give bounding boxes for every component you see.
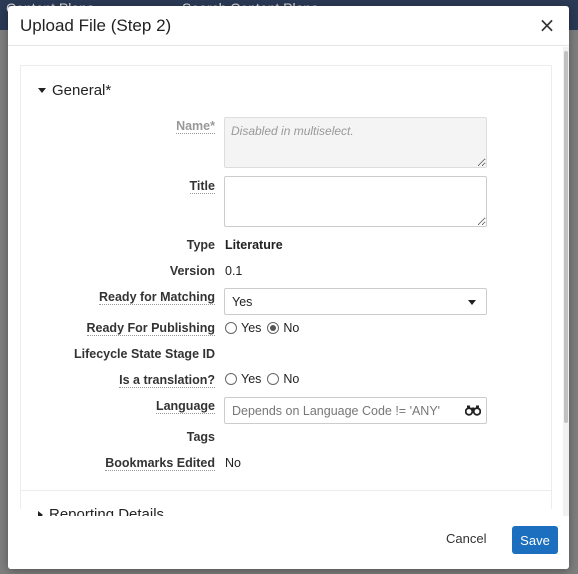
title-label: Title [189, 179, 215, 194]
publishing-no-option[interactable]: No [267, 321, 299, 335]
language-label: Language [155, 399, 215, 414]
dialog-body[interactable]: General* Name* Title Type Literature Ver… [8, 47, 569, 516]
dialog-title: Upload File (Step 2) [20, 16, 172, 35]
name-field [224, 117, 487, 168]
cancel-button[interactable]: Cancel [446, 531, 486, 546]
type-label: Type [186, 238, 215, 252]
name-label: Name* [176, 119, 215, 134]
bookmarks-edited-value: No [225, 456, 241, 470]
is-translation-radios: Yes No [225, 372, 305, 386]
scrollbar-thumb[interactable] [564, 51, 568, 423]
version-value: 0.1 [225, 264, 243, 278]
caret-down-icon [38, 88, 46, 93]
translation-yes-radio[interactable] [225, 373, 237, 385]
is-translation-label: Is a translation? [119, 373, 215, 388]
language-input[interactable] [232, 404, 457, 418]
translation-no-label: No [283, 372, 300, 386]
publishing-no-radio[interactable] [267, 322, 280, 334]
dialog-footer: Cancel Save [8, 516, 569, 569]
section-divider [20, 490, 552, 491]
publishing-yes-label: Yes [241, 321, 262, 335]
title-field[interactable] [224, 176, 487, 227]
publishing-no-label: No [283, 321, 300, 335]
ready-for-matching-value: Yes [232, 295, 253, 309]
binoculars-icon[interactable] [465, 404, 481, 416]
dialog-header: Upload File (Step 2) × [8, 6, 569, 46]
translation-yes-option[interactable]: Yes [225, 372, 261, 386]
type-value: Literature [225, 238, 283, 252]
lifecycle-state-stage-id-label: Lifecycle State Stage ID [73, 347, 215, 361]
translation-no-radio[interactable] [267, 373, 280, 385]
publishing-yes-radio[interactable] [225, 322, 237, 334]
bookmarks-edited-label: Bookmarks Edited [105, 456, 215, 471]
section-general-header[interactable]: General* [38, 82, 111, 99]
language-lookup[interactable] [224, 397, 487, 424]
section-general-label: General* [52, 82, 112, 99]
ready-for-publishing-label: Ready For Publishing [86, 321, 215, 336]
scrollbar-track[interactable] [563, 47, 569, 516]
ready-for-matching-select[interactable]: Yes [224, 288, 487, 315]
close-icon[interactable]: × [537, 14, 557, 36]
ready-for-publishing-radios: Yes No [225, 321, 305, 335]
chevron-down-icon [468, 300, 476, 305]
save-button[interactable]: Save [512, 526, 558, 554]
translation-yes-label: Yes [241, 372, 262, 386]
section-reporting-label: Reporting Details [49, 506, 165, 516]
section-reporting-header[interactable]: Reporting Details [38, 506, 164, 516]
tags-label: Tags [186, 430, 215, 444]
upload-file-dialog: Upload File (Step 2) × General* Name* Ti… [8, 6, 569, 569]
publishing-yes-option[interactable]: Yes [225, 321, 261, 335]
ready-for-matching-label: Ready for Matching [99, 290, 215, 305]
version-label: Version [169, 264, 215, 278]
translation-no-option[interactable]: No [267, 372, 299, 386]
